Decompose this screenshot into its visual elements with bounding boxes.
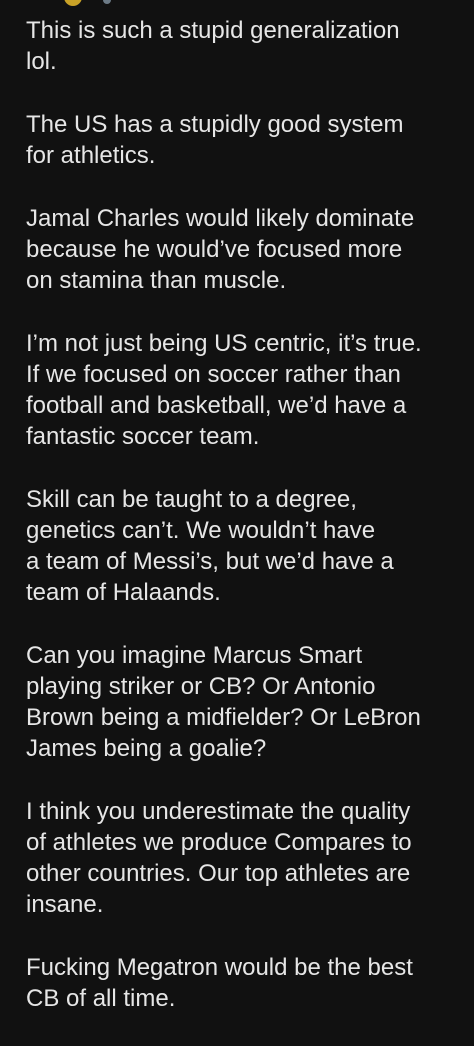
comment-paragraph-3: Jamal Charles would likely dominate beca… xyxy=(26,205,415,294)
comment-paragraph-4: I’m not just being US centric, it’s true… xyxy=(26,330,422,450)
comment-screen: { "colors": { "background": "#111111", "… xyxy=(0,0,474,1012)
comment-paragraph-5: Skill can be taught to a degree, genetic… xyxy=(26,486,394,606)
comment-paragraph-2: The US has a stupidly good system for at… xyxy=(26,111,404,169)
comment-paragraph-6: Can you imagine Marcus Smart playing str… xyxy=(26,642,421,762)
comment-paragraph-8: Fucking Megatron would be the best CB of… xyxy=(26,954,413,1012)
comment-body: This is such a stupid generalization lol… xyxy=(26,15,466,1046)
dot-icon xyxy=(103,0,111,4)
avatar-icon[interactable] xyxy=(64,0,82,6)
comment-paragraph-7: I think you underestimate the quality of… xyxy=(26,798,412,918)
comment-header-strip xyxy=(0,0,474,10)
comment-paragraph-1: This is such a stupid generalization lol… xyxy=(26,17,400,75)
